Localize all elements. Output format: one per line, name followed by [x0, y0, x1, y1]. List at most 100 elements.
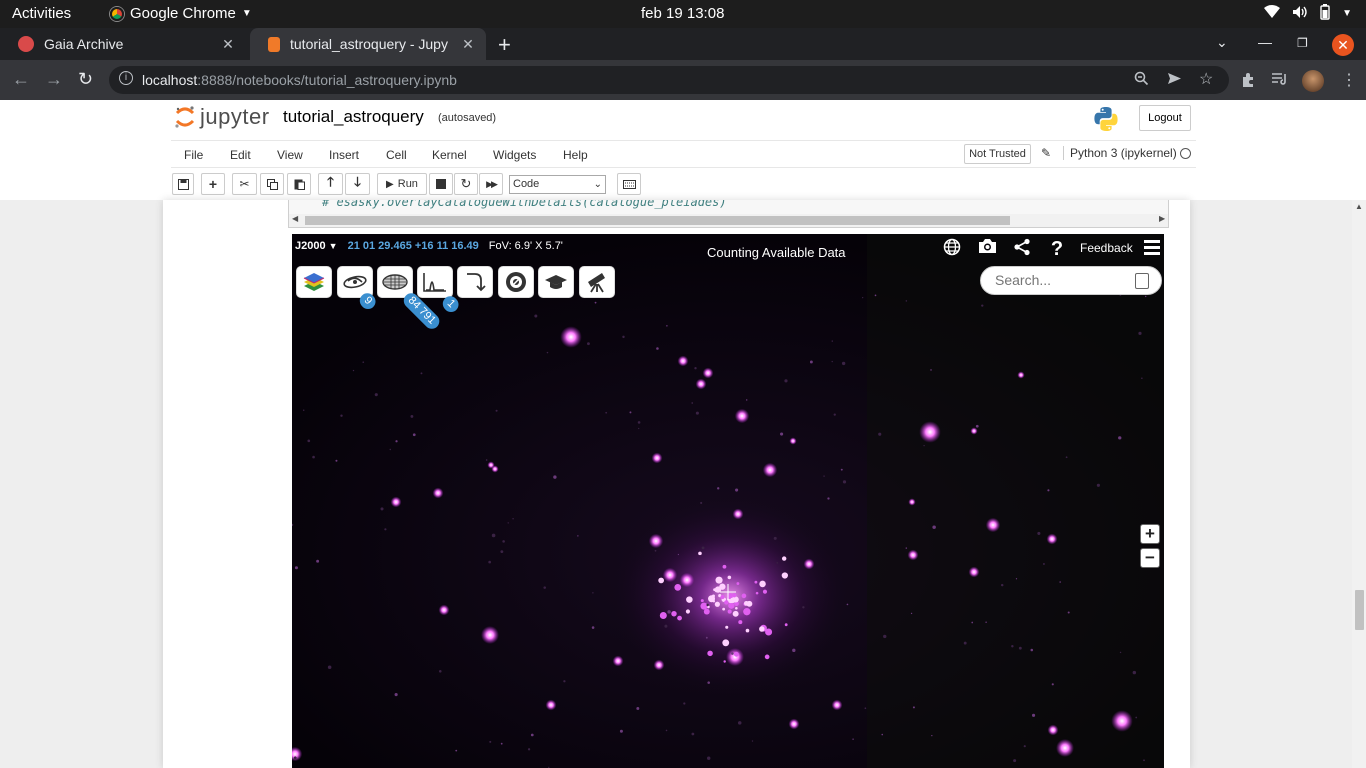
- cluster-star: [743, 607, 751, 616]
- hamburger-menu-icon[interactable]: [1144, 240, 1160, 256]
- cluster-star: [722, 639, 730, 647]
- zoom-icon[interactable]: [1134, 71, 1149, 90]
- command-palette-button[interactable]: [617, 173, 641, 195]
- faint-star: [731, 652, 734, 655]
- share-icon[interactable]: [1009, 238, 1035, 260]
- menu-cell[interactable]: Cell: [386, 148, 407, 162]
- clipboard-icon[interactable]: [1135, 273, 1149, 289]
- globe-icon[interactable]: [939, 238, 965, 260]
- move-up-button[interactable]: 🡑: [318, 173, 343, 195]
- app-menu[interactable]: Google Chrome ▼: [110, 5, 252, 22]
- menu-edit[interactable]: Edit: [230, 148, 251, 162]
- feedback-link[interactable]: Feedback: [1080, 241, 1133, 255]
- clock[interactable]: feb 19 13:08: [641, 5, 724, 22]
- coordinates-readout[interactable]: 21 01 29.465 +16 11 16.49: [348, 240, 479, 252]
- minimize-icon[interactable]: —: [1258, 34, 1272, 50]
- faint-star: [1018, 646, 1022, 650]
- coordinate-bar: J2000 ▼ 21 01 29.465 +16 11 16.49 FoV: 6…: [295, 240, 563, 252]
- spectra-button[interactable]: [417, 266, 453, 298]
- scroll-up-icon[interactable]: ▲: [1355, 202, 1363, 211]
- close-window-button[interactable]: ✕: [1332, 34, 1354, 56]
- kernel-name[interactable]: Python 3 (ipykernel): [1063, 146, 1177, 160]
- insert-cell-button[interactable]: +: [201, 173, 225, 195]
- chrome-menu-icon[interactable]: ⋮: [1341, 70, 1357, 90]
- notebook-name[interactable]: tutorial_astroquery: [283, 107, 424, 127]
- menu-widgets[interactable]: Widgets: [493, 148, 536, 162]
- bookmark-star-icon[interactable]: ☆: [1199, 69, 1213, 89]
- cut-button[interactable]: ✂: [232, 173, 257, 195]
- profile-avatar[interactable]: [1302, 70, 1324, 92]
- fov-readout: FoV: 6.9' X 5.7': [488, 240, 563, 252]
- cluster-star: [658, 577, 664, 584]
- close-tab-icon[interactable]: ✕: [456, 36, 480, 53]
- faint-star: [700, 501, 703, 505]
- scroll-left-icon[interactable]: ◀: [292, 214, 298, 223]
- zoom-out-button[interactable]: −: [1140, 548, 1160, 568]
- site-info-icon[interactable]: i: [119, 71, 133, 85]
- menu-insert[interactable]: Insert: [329, 148, 359, 162]
- restart-run-all-button[interactable]: ▶▶: [479, 173, 503, 195]
- help-icon[interactable]: ?: [1044, 238, 1070, 260]
- target-search-input[interactable]: [995, 272, 1125, 288]
- menu-help[interactable]: Help: [563, 148, 588, 162]
- paste-button[interactable]: [287, 173, 311, 195]
- esasky-widget[interactable]: J2000 ▼ 21 01 29.465 +16 11 16.49 FoV: 6…: [292, 234, 1164, 768]
- menu-view[interactable]: View: [277, 148, 303, 162]
- star: [789, 437, 797, 445]
- address-bar[interactable]: i localhost:8888/notebooks/tutorial_astr…: [109, 66, 1229, 94]
- camera-icon[interactable]: [974, 238, 1000, 260]
- faint-star: [502, 540, 505, 543]
- interrupt-button[interactable]: [429, 173, 453, 195]
- page-scrollbar[interactable]: ▲: [1352, 200, 1366, 768]
- explore-button[interactable]: [538, 266, 574, 298]
- faint-star: [380, 507, 384, 511]
- faint-star: [833, 413, 836, 416]
- star: [612, 655, 624, 667]
- restore-icon[interactable]: ❐: [1297, 36, 1308, 50]
- ssos-button[interactable]: [457, 266, 493, 298]
- target-search[interactable]: [980, 266, 1162, 295]
- move-down-button[interactable]: 🡓: [345, 173, 370, 195]
- faint-star: [1030, 648, 1034, 652]
- tab-gaia-archive[interactable]: Gaia Archive ✕: [0, 28, 246, 60]
- jupyter-logo[interactable]: jupyter: [174, 104, 270, 130]
- media-control-icon[interactable]: [1271, 72, 1288, 90]
- page-scrollbar-thumb[interactable]: [1355, 590, 1364, 630]
- tab-search-icon[interactable]: ⌄: [1216, 34, 1228, 51]
- zoom-in-button[interactable]: +: [1140, 524, 1160, 544]
- copy-button[interactable]: [260, 173, 284, 195]
- cluster-star: [781, 556, 787, 561]
- coord-frame-select[interactable]: J2000 ▼: [295, 240, 338, 252]
- layers-button[interactable]: [296, 266, 332, 298]
- logout-button[interactable]: Logout: [1139, 105, 1191, 131]
- forward-icon[interactable]: →: [45, 69, 63, 90]
- code-cell-input[interactable]: # esasky.overlayCatalogueWithDetails(cat…: [288, 200, 1169, 228]
- planning-button[interactable]: [579, 266, 615, 298]
- faint-star: [862, 297, 864, 299]
- tab-tutorial-astroquery[interactable]: tutorial_astroquery - Jupy ✕: [250, 28, 486, 60]
- send-icon[interactable]: [1167, 71, 1182, 90]
- cluster-star: [659, 612, 667, 620]
- target-button[interactable]: [498, 266, 534, 298]
- faint-star: [864, 707, 867, 710]
- back-icon[interactable]: ←: [12, 69, 30, 90]
- menu-kernel[interactable]: Kernel: [432, 148, 467, 162]
- not-trusted-button[interactable]: Not Trusted: [964, 144, 1031, 164]
- run-button[interactable]: ▶ Run: [377, 173, 427, 195]
- new-tab-button[interactable]: +: [498, 32, 511, 58]
- edit-pencil-icon[interactable]: ✎: [1041, 146, 1051, 160]
- code-horizontal-scrollbar[interactable]: ◀ ▶: [289, 214, 1168, 227]
- activities-button[interactable]: Activities: [12, 5, 71, 22]
- save-button[interactable]: [172, 173, 194, 195]
- close-tab-icon[interactable]: ✕: [216, 36, 240, 53]
- extensions-icon[interactable]: [1240, 72, 1256, 92]
- scrollbar-thumb[interactable]: [305, 216, 1010, 225]
- restart-button[interactable]: ↻: [454, 173, 478, 195]
- cell-type-select[interactable]: Code ⌄: [509, 175, 606, 194]
- menu-file[interactable]: File: [184, 148, 203, 162]
- system-tray[interactable]: ▼: [1264, 4, 1352, 23]
- reload-icon[interactable]: ↻: [78, 69, 93, 90]
- url-text[interactable]: localhost:8888/notebooks/tutorial_astroq…: [142, 72, 457, 88]
- faint-star: [809, 360, 813, 364]
- scroll-right-icon[interactable]: ▶: [1159, 214, 1165, 223]
